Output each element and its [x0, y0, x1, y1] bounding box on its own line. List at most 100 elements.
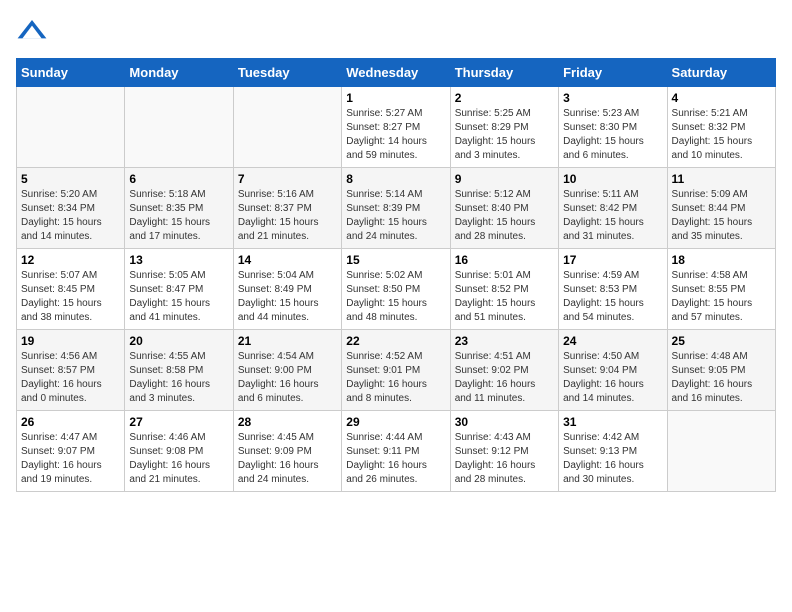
day-number: 5 — [21, 172, 120, 186]
calendar-day-cell: 31 Sunrise: 4:42 AMSunset: 9:13 PMDayligh… — [559, 411, 667, 492]
day-number: 24 — [563, 334, 662, 348]
calendar-day-cell: 28Sunrise: 4:45 AMSunset: 9:09 PMDayligh… — [233, 411, 341, 492]
day-info: Sunrise: 4:43 AMSunset: 9:12 PMDaylight:… — [455, 431, 554, 487]
day-number: 11 — [672, 172, 771, 186]
calendar-table: SundayMondayTuesdayWednesdayThursdayFrid… — [16, 58, 776, 492]
day-info: Sunrise: 4:46 AMSunset: 9:08 PMDaylight:… — [129, 431, 228, 487]
calendar-day-cell: 25 Sunrise: 4:48 AMSunset: 9:05 PMDayligh… — [667, 330, 775, 411]
day-number: 15 — [346, 253, 445, 267]
calendar-day-cell: 16 Sunrise: 5:01 AMSunset: 8:52 PMDayligh… — [450, 249, 558, 330]
day-info: Sunrise: 4:44 AMSunset: 9:11 PMDaylight:… — [346, 431, 445, 487]
day-of-week-header: Thursday — [450, 59, 558, 87]
day-number: 7 — [238, 172, 337, 186]
calendar-day-cell: 11 Sunrise: 5:09 AMSunset: 8:44 PMDayligh… — [667, 168, 775, 249]
day-number: 16 — [455, 253, 554, 267]
day-of-week-header: Friday — [559, 59, 667, 87]
calendar-day-cell: 23 Sunrise: 4:51 AMSunset: 9:02 PMDayligh… — [450, 330, 558, 411]
day-number: 6 — [129, 172, 228, 186]
day-info: Sunrise: 5:23 AMSunset: 8:30 PMDaylight:… — [563, 107, 662, 163]
day-info: Sunrise: 4:50 AMSunset: 9:04 PMDaylight:… — [563, 350, 662, 406]
calendar-day-cell: 26Sunrise: 4:47 AMSunset: 9:07 PMDayligh… — [17, 411, 125, 492]
calendar-day-cell: 17Sunrise: 4:59 AMSunset: 8:53 PMDayligh… — [559, 249, 667, 330]
day-info: Sunrise: 5:16 AMSunset: 8:37 PMDaylight:… — [238, 188, 337, 244]
calendar-day-cell: 2 Sunrise: 5:25 AMSunset: 8:29 PMDaylight… — [450, 87, 558, 168]
day-info: Sunrise: 5:27 AMSunset: 8:27 PMDaylight:… — [346, 107, 445, 163]
day-info: Sunrise: 5:04 AMSunset: 8:49 PMDaylight:… — [238, 269, 337, 325]
day-number: 31 — [563, 415, 662, 429]
day-number: 18 — [672, 253, 771, 267]
day-of-week-header: Sunday — [17, 59, 125, 87]
calendar-day-cell: 18 Sunrise: 4:58 AMSunset: 8:55 PMDayligh… — [667, 249, 775, 330]
day-number: 12 — [21, 253, 120, 267]
day-number: 30 — [455, 415, 554, 429]
day-number: 23 — [455, 334, 554, 348]
day-info: Sunrise: 5:09 AMSunset: 8:44 PMDaylight:… — [672, 188, 771, 244]
day-of-week-header: Saturday — [667, 59, 775, 87]
day-number: 9 — [455, 172, 554, 186]
calendar-day-cell: 1 Sunrise: 5:27 AMSunset: 8:27 PMDaylight… — [342, 87, 450, 168]
day-number: 28 — [238, 415, 337, 429]
day-number: 27 — [129, 415, 228, 429]
calendar-day-cell: 8Sunrise: 5:14 AMSunset: 8:39 PMDaylight… — [342, 168, 450, 249]
day-info: Sunrise: 5:25 AMSunset: 8:29 PMDaylight:… — [455, 107, 554, 163]
day-number: 3 — [563, 91, 662, 105]
calendar-day-cell — [17, 87, 125, 168]
day-info: Sunrise: 4:58 AMSunset: 8:55 PMDaylight:… — [672, 269, 771, 325]
day-info: Sunrise: 4:54 AMSunset: 9:00 PMDaylight:… — [238, 350, 337, 406]
day-info: Sunrise: 4:42 AMSunset: 9:13 PMDaylight:… — [563, 431, 662, 487]
calendar-day-cell: 15 Sunrise: 5:02 AMSunset: 8:50 PMDayligh… — [342, 249, 450, 330]
calendar-day-cell: 24 Sunrise: 4:50 AMSunset: 9:04 PMDayligh… — [559, 330, 667, 411]
calendar-day-cell: 13 Sunrise: 5:05 AMSunset: 8:47 PMDayligh… — [125, 249, 233, 330]
day-number: 19 — [21, 334, 120, 348]
day-number: 13 — [129, 253, 228, 267]
calendar-day-cell: 4Sunrise: 5:21 AMSunset: 8:32 PMDaylight… — [667, 87, 775, 168]
calendar-week-row: 19 Sunrise: 4:56 AMSunset: 8:57 PMDayligh… — [17, 330, 776, 411]
calendar-day-cell: 12 Sunrise: 5:07 AMSunset: 8:45 PMDayligh… — [17, 249, 125, 330]
day-number: 20 — [129, 334, 228, 348]
day-info: Sunrise: 5:14 AMSunset: 8:39 PMDaylight:… — [346, 188, 445, 244]
calendar-day-cell — [667, 411, 775, 492]
day-info: Sunrise: 5:02 AMSunset: 8:50 PMDaylight:… — [346, 269, 445, 325]
calendar-day-cell — [233, 87, 341, 168]
day-info: Sunrise: 4:48 AMSunset: 9:05 PMDaylight:… — [672, 350, 771, 406]
day-info: Sunrise: 5:12 AMSunset: 8:40 PMDaylight:… — [455, 188, 554, 244]
day-info: Sunrise: 4:52 AMSunset: 9:01 PMDaylight:… — [346, 350, 445, 406]
calendar-day-cell: 27 Sunrise: 4:46 AMSunset: 9:08 PMDayligh… — [125, 411, 233, 492]
calendar-day-cell: 20Sunrise: 4:55 AMSunset: 8:58 PMDayligh… — [125, 330, 233, 411]
calendar-day-cell: 5 Sunrise: 5:20 AMSunset: 8:34 PMDaylight… — [17, 168, 125, 249]
calendar-day-cell: 30 Sunrise: 4:43 AMSunset: 9:12 PMDayligh… — [450, 411, 558, 492]
day-info: Sunrise: 4:51 AMSunset: 9:02 PMDaylight:… — [455, 350, 554, 406]
calendar-day-cell: 3 Sunrise: 5:23 AMSunset: 8:30 PMDaylight… — [559, 87, 667, 168]
day-info: Sunrise: 5:07 AMSunset: 8:45 PMDaylight:… — [21, 269, 120, 325]
day-info: Sunrise: 5:01 AMSunset: 8:52 PMDaylight:… — [455, 269, 554, 325]
page-header — [16, 16, 776, 48]
day-info: Sunrise: 5:18 AMSunset: 8:35 PMDaylight:… — [129, 188, 228, 244]
day-number: 2 — [455, 91, 554, 105]
calendar-week-row: 5 Sunrise: 5:20 AMSunset: 8:34 PMDaylight… — [17, 168, 776, 249]
calendar-day-cell: 7 Sunrise: 5:16 AMSunset: 8:37 PMDaylight… — [233, 168, 341, 249]
day-number: 29 — [346, 415, 445, 429]
calendar-week-row: 26Sunrise: 4:47 AMSunset: 9:07 PMDayligh… — [17, 411, 776, 492]
day-number: 21 — [238, 334, 337, 348]
calendar-day-cell: 10 Sunrise: 5:11 AMSunset: 8:42 PMDayligh… — [559, 168, 667, 249]
day-info: Sunrise: 4:56 AMSunset: 8:57 PMDaylight:… — [21, 350, 120, 406]
calendar-day-cell: 22Sunrise: 4:52 AMSunset: 9:01 PMDayligh… — [342, 330, 450, 411]
day-number: 1 — [346, 91, 445, 105]
calendar-day-cell: 9 Sunrise: 5:12 AMSunset: 8:40 PMDaylight… — [450, 168, 558, 249]
calendar-week-row: 12 Sunrise: 5:07 AMSunset: 8:45 PMDayligh… — [17, 249, 776, 330]
day-info: Sunrise: 5:05 AMSunset: 8:47 PMDaylight:… — [129, 269, 228, 325]
day-of-week-header: Monday — [125, 59, 233, 87]
day-of-week-header: Wednesday — [342, 59, 450, 87]
day-of-week-header: Tuesday — [233, 59, 341, 87]
day-number: 10 — [563, 172, 662, 186]
calendar-week-row: 1 Sunrise: 5:27 AMSunset: 8:27 PMDaylight… — [17, 87, 776, 168]
calendar-day-cell: 29 Sunrise: 4:44 AMSunset: 9:11 PMDayligh… — [342, 411, 450, 492]
day-info: Sunrise: 5:11 AMSunset: 8:42 PMDaylight:… — [563, 188, 662, 244]
day-info: Sunrise: 5:20 AMSunset: 8:34 PMDaylight:… — [21, 188, 120, 244]
calendar-day-cell: 19 Sunrise: 4:56 AMSunset: 8:57 PMDayligh… — [17, 330, 125, 411]
logo-icon — [16, 16, 48, 48]
calendar-day-cell: 14 Sunrise: 5:04 AMSunset: 8:49 PMDayligh… — [233, 249, 341, 330]
logo — [16, 16, 52, 48]
day-number: 25 — [672, 334, 771, 348]
day-number: 14 — [238, 253, 337, 267]
